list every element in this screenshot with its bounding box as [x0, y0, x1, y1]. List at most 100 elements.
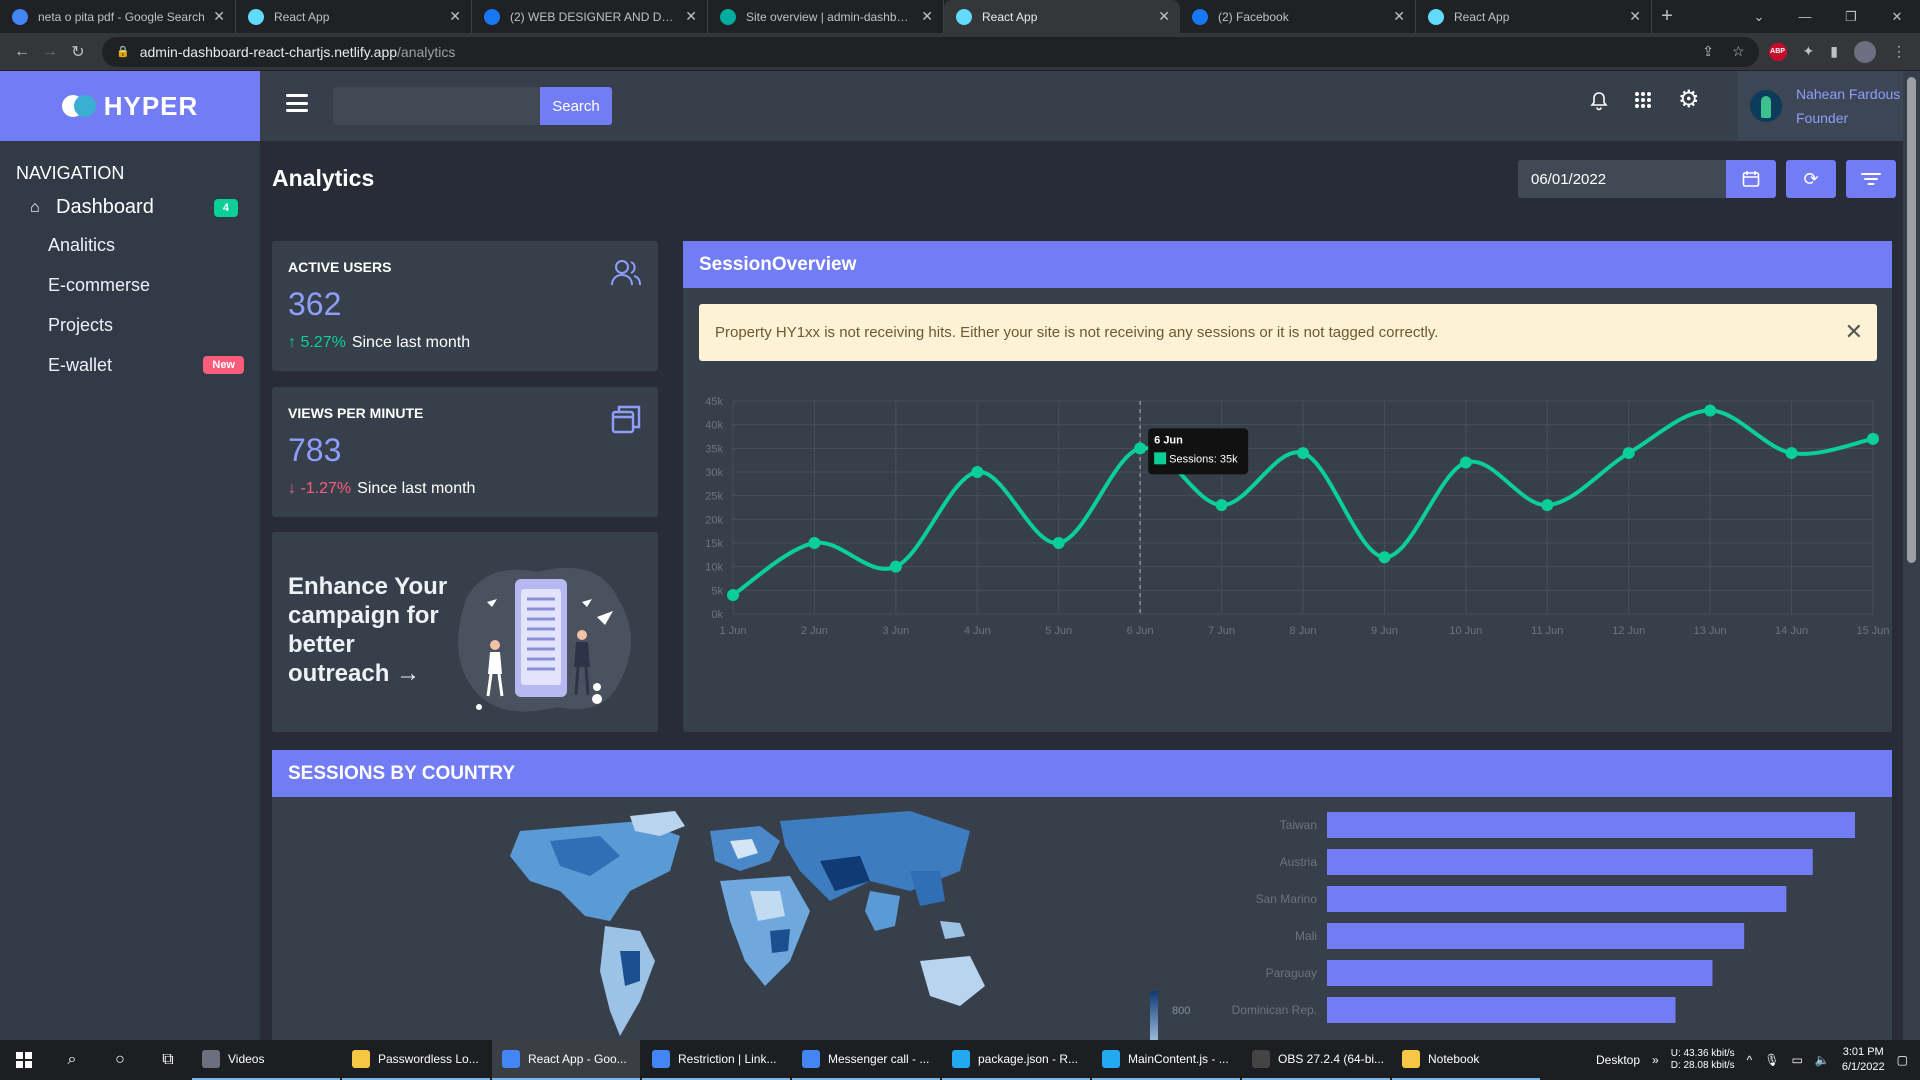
tab-search-icon[interactable]: ⌄	[1736, 0, 1782, 33]
extensions-puzzle-icon[interactable]: ✦	[1803, 43, 1815, 60]
windows-taskbar: ⌕ ○ ⧉ Videos Passwordless Lo... React Ap…	[0, 1040, 1920, 1080]
y-tick-label: 25k	[705, 491, 723, 503]
restore-button[interactable]: ❐	[1828, 0, 1874, 33]
avatar	[1750, 90, 1782, 122]
sidebar-item-ewallet[interactable]: E-wallet New	[48, 345, 244, 385]
data-point	[971, 466, 984, 478]
data-point	[1867, 432, 1879, 445]
search-group: Search	[333, 87, 612, 125]
world-choropleth-map[interactable]	[490, 811, 1030, 1040]
sidebar-item-projects[interactable]: Projects	[48, 305, 244, 345]
refresh-button[interactable]: ⟳	[1786, 160, 1836, 198]
promo-card[interactable]: Enhance Your campaign for better outreac…	[272, 532, 658, 732]
taskbar-app[interactable]: package.json - R...	[942, 1040, 1090, 1080]
sidebar-item-label: E-wallet	[48, 354, 113, 375]
taskbar-app[interactable]: OBS 27.2.4 (64-bi...	[1242, 1040, 1390, 1080]
data-point	[1622, 447, 1635, 460]
new-badge: New	[203, 356, 244, 374]
close-tab-icon[interactable]: ✕	[213, 8, 225, 25]
app-icon	[1402, 1050, 1420, 1068]
session-overview-title: SessionOverview	[683, 241, 1892, 288]
close-window-button[interactable]: ✕	[1874, 0, 1920, 33]
page-scrollbar[interactable]	[1903, 71, 1920, 1040]
session-line-chart[interactable]: 0k 5k 10k 15k 20k 25k 30k 35k 40k 45k 1 Jun 2 Jun 3 …	[683, 371, 1892, 721]
taskbar-app[interactable]: Restriction | Link...	[642, 1040, 790, 1080]
calendar-icon[interactable]	[1726, 160, 1776, 198]
browser-tab[interactable]: neta o pita pdf - Google Search ✕	[0, 0, 236, 33]
apps-grid-icon[interactable]	[1634, 91, 1652, 117]
chevron-up-icon[interactable]: ^	[1747, 1053, 1753, 1067]
chevron-right-icon[interactable]: »	[1652, 1053, 1659, 1067]
sidebar-item-ecommerse[interactable]: E-commerse	[48, 265, 244, 305]
page-title: Analytics	[272, 165, 375, 191]
search-input[interactable]	[333, 87, 540, 125]
trend-up-value: ↑ 5.27%	[288, 334, 346, 351]
close-tab-icon[interactable]: ✕	[1158, 8, 1170, 25]
new-tab-button[interactable]: +	[1652, 0, 1682, 33]
brand-logo-icon	[61, 95, 96, 117]
close-icon[interactable]: ✕	[1845, 319, 1863, 345]
app-icon	[1102, 1050, 1120, 1068]
side-panel-icon[interactable]: ▮	[1830, 43, 1838, 60]
data-point	[1215, 499, 1228, 512]
desktop-toolbar[interactable]: Desktop	[1596, 1053, 1640, 1067]
volume-icon[interactable]: 🔈	[1815, 1053, 1830, 1067]
browser-menu-icon[interactable]: ⋮	[1892, 43, 1906, 60]
minimize-button[interactable]: —	[1782, 0, 1828, 33]
data-point	[1297, 447, 1309, 460]
close-tab-icon[interactable]: ✕	[1393, 8, 1405, 25]
microphone-icon[interactable]: 🎙	[1764, 1053, 1779, 1067]
notification-icon[interactable]: ▢	[1897, 1053, 1908, 1067]
taskbar-app[interactable]: Messenger call - ...	[792, 1040, 940, 1080]
tab-title: (2) WEB DESIGNER AND DEVELO	[510, 9, 678, 24]
close-tab-icon[interactable]: ✕	[1629, 8, 1641, 25]
adblock-extension-icon[interactable]: ABP	[1768, 42, 1787, 61]
reload-button[interactable]: ↻	[64, 38, 92, 66]
browser-tab[interactable]: React App ✕	[944, 0, 1180, 33]
close-tab-icon[interactable]: ✕	[685, 8, 697, 25]
data-point	[889, 560, 902, 573]
browser-tab[interactable]: React App ✕	[236, 0, 472, 33]
url-bar[interactable]: 🔒 admin-dashboard-react-chartjs.netlify.…	[102, 36, 1759, 67]
network-icon[interactable]: ▭	[1792, 1053, 1803, 1067]
taskbar-app[interactable]: React App - Goo...	[492, 1040, 640, 1080]
close-tab-icon[interactable]: ✕	[449, 8, 461, 25]
browser-profile-avatar[interactable]	[1854, 40, 1876, 63]
browser-tab[interactable]: (2) WEB DESIGNER AND DEVELO ✕	[472, 0, 708, 33]
data-point	[1785, 447, 1798, 460]
share-icon[interactable]: ⇪	[1702, 43, 1714, 60]
browser-tab[interactable]: Site overview | admin-dashboard ✕	[708, 0, 944, 33]
clock[interactable]: 3:01 PM 6/1/2022	[1842, 1045, 1885, 1075]
country-bar-chart[interactable]: Taiwan Austria San Marino Mali Paraguay Domin…	[1200, 806, 1890, 1040]
filter-button[interactable]	[1846, 160, 1896, 198]
app-icon	[652, 1050, 670, 1068]
home-icon: ⌂	[30, 198, 40, 216]
taskbar-app[interactable]: Passwordless Lo...	[342, 1040, 490, 1080]
gear-icon[interactable]: ⚙	[1678, 88, 1700, 117]
back-button[interactable]: ←	[8, 38, 36, 66]
windows-start-icon[interactable]	[0, 1040, 48, 1080]
taskbar-app[interactable]: MainContent.js - ...	[1092, 1040, 1240, 1080]
bell-icon[interactable]	[1590, 91, 1608, 117]
browser-tab[interactable]: React App ✕	[1416, 0, 1652, 33]
sidebar-item-dashboard[interactable]: ⌂ Dashboard 4	[30, 196, 238, 219]
menu-toggle-icon[interactable]	[286, 94, 308, 112]
since-label: Since last month	[357, 480, 476, 497]
address-bar-row: ← → ↻ 🔒 admin-dashboard-react-chartjs.ne…	[0, 33, 1920, 71]
brand-logo[interactable]: HYPER	[0, 71, 260, 141]
taskbar-app[interactable]: Notebook	[1392, 1040, 1540, 1080]
sidebar-item-analitics[interactable]: Analitics	[48, 225, 244, 265]
browser-tab[interactable]: (2) Facebook ✕	[1180, 0, 1416, 33]
bookmark-star-icon[interactable]: ☆	[1732, 43, 1745, 60]
cortana-icon[interactable]: ○	[96, 1040, 144, 1080]
forward-button[interactable]: →	[36, 38, 64, 66]
taskbar-app[interactable]: Videos	[192, 1040, 340, 1080]
user-profile[interactable]: Nahean Fardous Founder	[1738, 71, 1920, 141]
taskbar-app-label: React App - Goo...	[528, 1052, 627, 1066]
task-view-icon[interactable]: ⧉	[144, 1040, 192, 1080]
close-tab-icon[interactable]: ✕	[921, 8, 933, 25]
y-tick-label: 0k	[711, 609, 723, 621]
search-icon[interactable]: ⌕	[48, 1040, 96, 1080]
search-button[interactable]: Search	[540, 87, 612, 125]
date-input[interactable]	[1518, 160, 1726, 198]
